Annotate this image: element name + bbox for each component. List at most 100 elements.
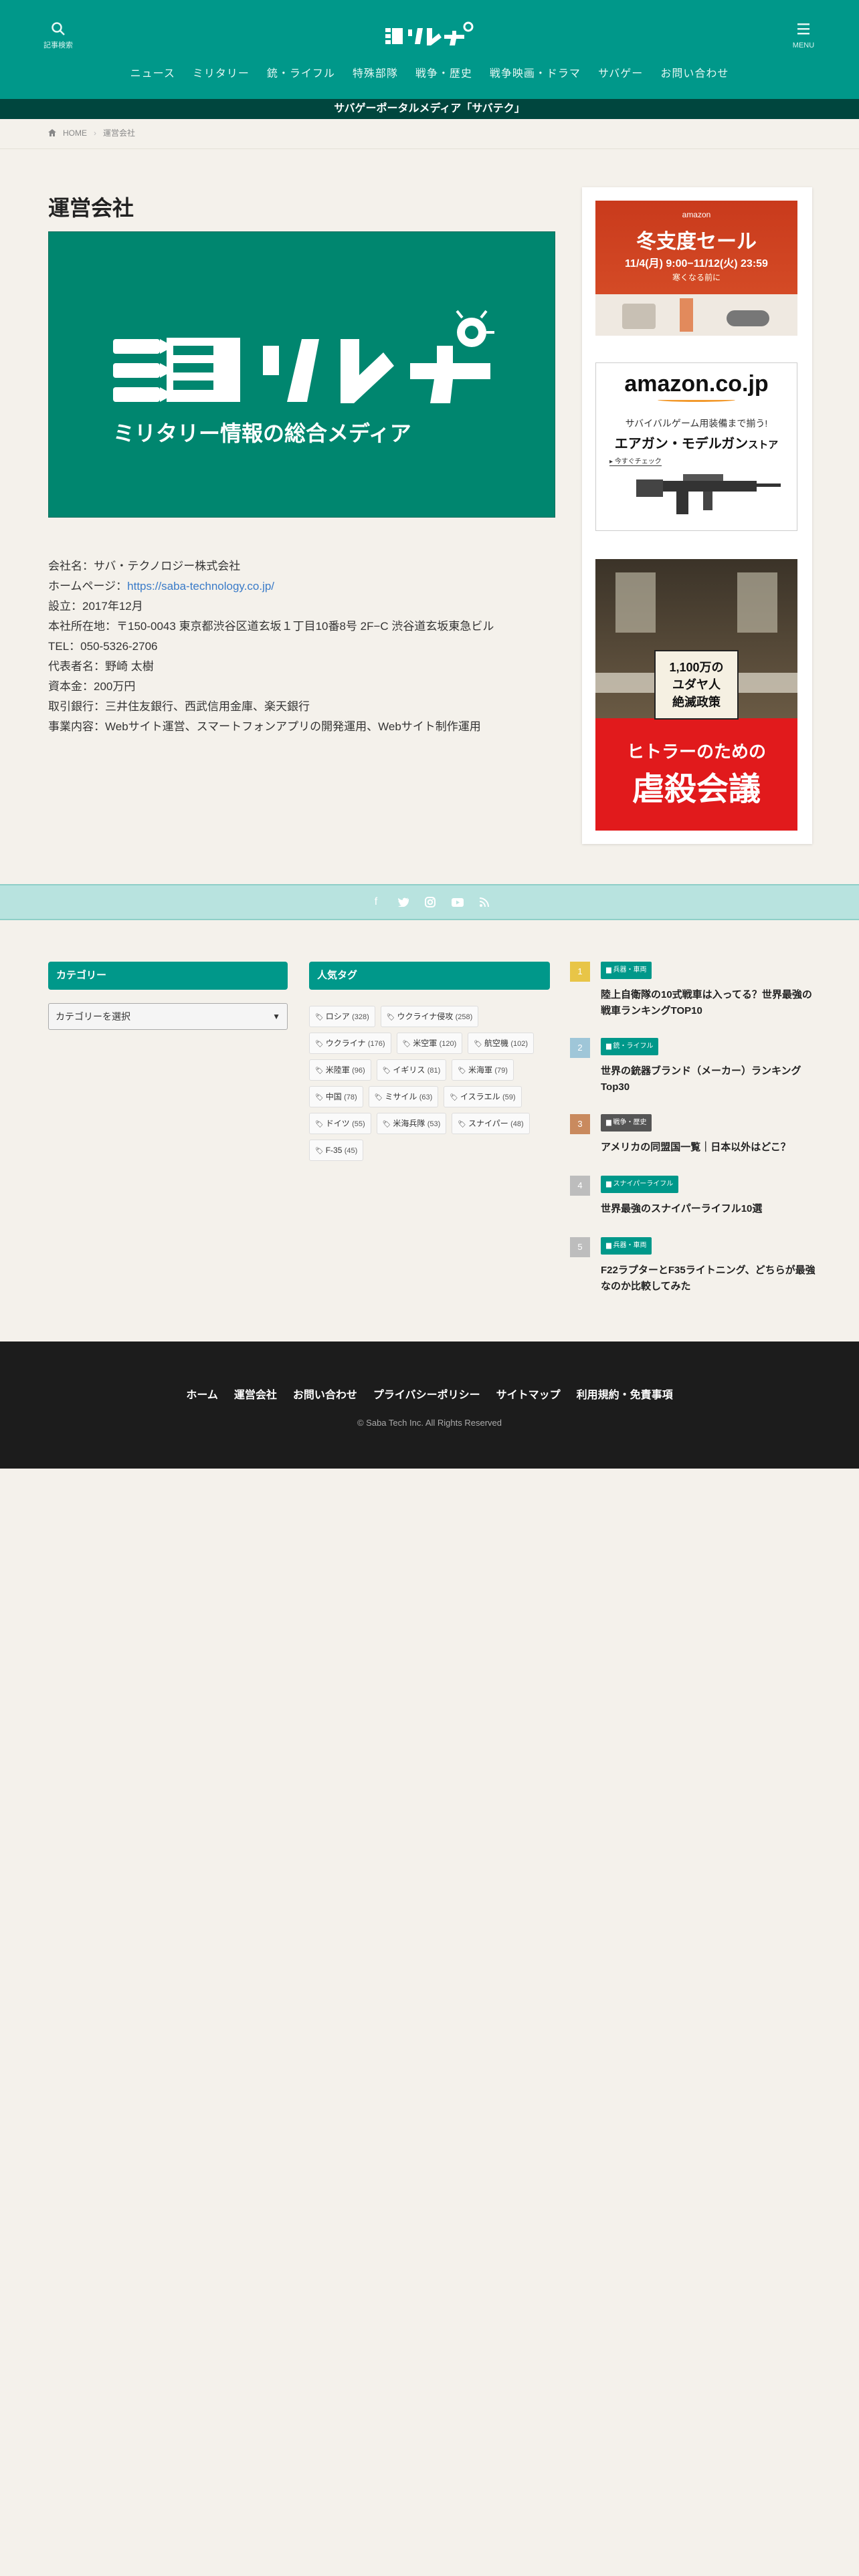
search-button[interactable]: 記事検索	[35, 21, 82, 51]
ranking-item[interactable]: 2 ▆ 銃・ライフル 世界の銃器ブランド（メーカー）ランキングTop30	[570, 1038, 818, 1093]
menu-label: MENU	[792, 41, 815, 49]
tag-count: (79)	[494, 1067, 508, 1075]
ranking-item[interactable]: 3 ▆ 戦争・歴史 アメリカの同盟国一覧｜日本以外はどこ？	[570, 1114, 818, 1154]
search-icon	[52, 22, 65, 35]
menu-button[interactable]: MENU	[780, 21, 827, 51]
rank-title[interactable]: 世界の銃器ブランド（メーカー）ランキングTop30	[601, 1063, 818, 1095]
tag-name: ミサイル	[385, 1092, 417, 1101]
footer-link-contact[interactable]: お問い合わせ	[293, 1386, 357, 1402]
sidebar: amazon 冬支度セール 11/4(月) 9:00−11/12(火) 23:5…	[582, 187, 812, 844]
tag-icon: 🏷	[402, 1041, 411, 1048]
poster-tag3: 絶滅政策	[672, 695, 721, 709]
rank-title[interactable]: F22ラプターとF35ライトニング、どちらが最強なのか比較してみた	[601, 1263, 818, 1295]
twitter-icon[interactable]	[398, 897, 409, 907]
tag-icon: 🏷	[382, 1121, 391, 1128]
tag-item[interactable]: 🏷 ドイツ (55)	[309, 1113, 371, 1134]
nav-item-survival-game[interactable]: サバゲー	[598, 64, 643, 80]
tag-count: (120)	[439, 1040, 457, 1048]
tag-name: F-35	[325, 1146, 343, 1155]
facebook-icon[interactable]: f	[370, 896, 382, 908]
tag-name: スナイパー	[468, 1119, 508, 1128]
rank-title[interactable]: アメリカの同盟国一覧｜日本以外はどこ？	[601, 1140, 818, 1156]
tag-item[interactable]: 🏷 米海兵隊 (53)	[376, 1113, 447, 1134]
footer-link-privacy[interactable]: プライバシーポリシー	[373, 1386, 480, 1402]
tag-icon: 🏷	[450, 1094, 458, 1101]
rank-title[interactable]: 陸上自衛隊の10式戦車は入ってる？世界最強の戦車ランキングTOP10	[601, 987, 818, 1019]
poster-tag2: ユダヤ人	[672, 678, 721, 691]
ad2-line2: エアガン・モデルガン	[614, 437, 749, 451]
tag-count: (96)	[352, 1067, 365, 1075]
tag-name: 航空機	[484, 1039, 508, 1048]
company-tel: TEL：050-5326-2706	[48, 640, 158, 653]
tag-item[interactable]: 🏷 米陸軍 (96)	[309, 1059, 371, 1081]
breadcrumb-current: 運営会社	[103, 128, 136, 138]
nav-item-war-history[interactable]: 戦争・歴史	[415, 64, 472, 80]
folder-icon: ▆	[606, 966, 613, 974]
tag-item[interactable]: 🏷 スナイパー (48)	[452, 1113, 530, 1134]
tag-name: 米空軍	[413, 1039, 438, 1048]
tag-name: 米海兵隊	[393, 1119, 425, 1128]
tag-name: ウクライナ	[325, 1039, 366, 1048]
tag-item[interactable]: 🏷 航空機 (102)	[468, 1033, 534, 1054]
rank-category-label: 戦争・歴史	[613, 1119, 647, 1126]
breadcrumb: HOME › 運営会社	[48, 127, 135, 138]
poster-tag1: 1,100万の	[669, 661, 724, 674]
folder-icon: ▆	[606, 1180, 613, 1188]
tag-item[interactable]: 🏷 米海軍 (79)	[452, 1059, 514, 1081]
tag-name: 米海軍	[468, 1065, 492, 1075]
tag-name: イスラエル	[460, 1092, 500, 1101]
footer-link-home[interactable]: ホーム	[186, 1386, 218, 1402]
homepage-link[interactable]: https://saba-technology.co.jp/	[127, 580, 274, 593]
ad1-sub: 寒くなる前に	[672, 273, 721, 282]
breadcrumb-home[interactable]: HOME	[63, 128, 87, 138]
ad-movie-poster[interactable]: 1,100万の ユダヤ人 絶滅政策 ヒトラーのための 虐殺会議	[595, 559, 797, 831]
nav-item-guns[interactable]: 銃・ライフル	[267, 64, 335, 80]
youtube-icon[interactable]	[452, 897, 464, 907]
category-widget-heading: カテゴリー	[48, 962, 288, 990]
ad-amazon-winter-sale[interactable]: amazon 冬支度セール 11/4(月) 9:00−11/12(火) 23:5…	[595, 201, 797, 336]
company-address: 本社所在地：〒150-0043 東京都渋谷区道玄坂１丁目10番8号 2F−C 渋…	[48, 620, 494, 633]
footer-link-sitemap[interactable]: サイトマップ	[496, 1386, 561, 1402]
nav-item-military[interactable]: ミリタリー	[193, 64, 250, 80]
instagram-icon[interactable]	[425, 897, 436, 907]
chevron-down-icon: ▼	[272, 1012, 280, 1021]
tag-icon: 🏷	[315, 1014, 324, 1021]
hero-tagline: ミリタリー情報の総合メディア	[113, 421, 411, 446]
tag-name: ウクライナ侵攻	[397, 1012, 454, 1021]
tag-count: (258)	[455, 1013, 473, 1021]
footer-link-terms[interactable]: 利用規約・免責事項	[577, 1386, 673, 1402]
nav-item-special-forces[interactable]: 特殊部隊	[353, 64, 398, 80]
nav-item-contact[interactable]: お問い合わせ	[660, 64, 729, 80]
ranking-item[interactable]: 4 ▆ スナイパーライフル 世界最強のスナイパーライフル10選	[570, 1176, 818, 1216]
tag-item[interactable]: 🏷 米空軍 (120)	[396, 1033, 463, 1054]
rss-icon[interactable]	[480, 897, 489, 907]
tags-widget-heading: 人気タグ	[309, 962, 550, 990]
tag-item[interactable]: 🏷 イスラエル (59)	[444, 1086, 522, 1107]
tag-item[interactable]: 🏷 イギリス (81)	[376, 1059, 447, 1081]
homepage-label: ホームページ：	[48, 580, 128, 593]
tag-item[interactable]: 🏷 ウクライナ (176)	[309, 1033, 391, 1054]
ad-amazon-airgun-store[interactable]: amazon.co.jp サバイバルゲーム用装備まで揃う! エアガン・モデルガン…	[595, 362, 797, 531]
site-logo[interactable]	[383, 20, 476, 47]
announcement-bar[interactable]: サバゲーポータルメディア「サバテク」	[0, 99, 859, 119]
ranking-item[interactable]: 1 ▆ 兵器・車両 陸上自衛隊の10式戦車は入ってる？世界最強の戦車ランキングT…	[570, 962, 818, 1016]
tag-item[interactable]: 🏷 ミサイル (63)	[368, 1086, 439, 1107]
folder-icon: ▆	[606, 1119, 613, 1126]
rank-title[interactable]: 世界最強のスナイパーライフル10選	[601, 1201, 818, 1217]
footer-link-company[interactable]: 運営会社	[234, 1386, 277, 1402]
nav-item-news[interactable]: ニュース	[130, 64, 175, 80]
category-select[interactable]: カテゴリーを選択 ▼	[48, 1003, 288, 1030]
social-bar: f	[0, 884, 859, 920]
tag-icon: 🏷	[315, 1094, 324, 1101]
tag-count: (102)	[510, 1040, 528, 1048]
rank-category-label: 兵器・車両	[613, 966, 647, 974]
ranking-item[interactable]: 5 ▆ 兵器・車両 F22ラプターとF35ライトニング、どちらが最強なのか比較し…	[570, 1237, 818, 1292]
tag-item[interactable]: 🏷 ウクライナ侵攻 (258)	[380, 1006, 479, 1027]
nav-item-war-movies[interactable]: 戦争映画・ドラマ	[490, 64, 581, 80]
tag-count: (176)	[367, 1040, 385, 1048]
tag-item[interactable]: 🏷 ロシア (328)	[309, 1006, 375, 1027]
ad2-line2b: ストア	[748, 439, 779, 451]
tag-item[interactable]: 🏷 F-35 (45)	[309, 1140, 364, 1161]
tag-item[interactable]: 🏷 中国 (78)	[309, 1086, 363, 1107]
company-founded: 設立：2017年12月	[48, 600, 143, 613]
